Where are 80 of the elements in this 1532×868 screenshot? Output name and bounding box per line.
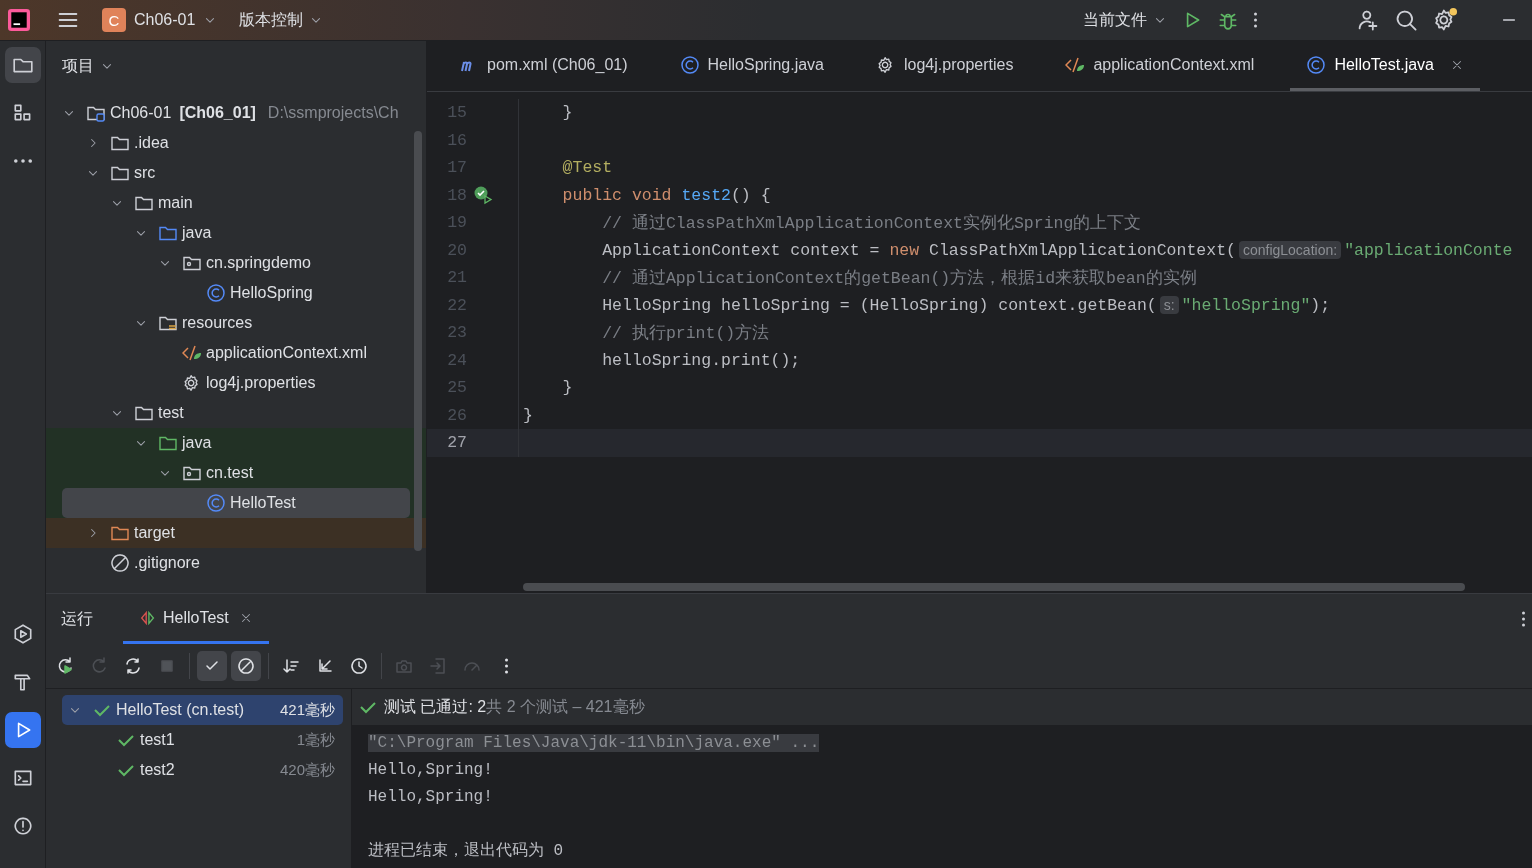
class-icon xyxy=(679,54,700,75)
test-item[interactable]: test1 1毫秒 xyxy=(62,725,343,755)
tree-item[interactable]: src xyxy=(46,158,426,188)
scrollbar[interactable] xyxy=(523,583,1465,591)
scrollbar[interactable] xyxy=(414,131,422,551)
tree-item[interactable]: cn.springdemo xyxy=(46,248,426,278)
parameter-hint: s: xyxy=(1159,295,1179,314)
test-result: 测试 已通过: 2 xyxy=(384,696,487,717)
editor-tab[interactable]: log4j.properties xyxy=(860,41,1030,91)
project-name: Ch06-01 xyxy=(134,11,196,29)
tree-item[interactable]: resources xyxy=(46,308,426,338)
problems-icon xyxy=(11,815,34,837)
project-badge: C xyxy=(102,8,126,32)
tree-item[interactable]: applicationContext.xml xyxy=(46,338,426,368)
panel-title: 运行 xyxy=(61,608,93,629)
console-exit-message: 进程已结束，退出代码为 0 xyxy=(368,841,564,861)
class-icon xyxy=(206,493,226,513)
test-run-icon xyxy=(139,608,157,627)
code-comment: // 通过ApplicationContext的getBean()方法，根据id来获取bean的实例 xyxy=(601,268,1197,288)
code-token: test2 xyxy=(681,185,731,205)
more-icon[interactable] xyxy=(1253,12,1258,28)
editor-tab[interactable]: pom.xml (Ch06_01) xyxy=(443,41,644,91)
code-token: ApplicationContext context = xyxy=(601,240,881,260)
code-token: } xyxy=(523,405,533,425)
run-button[interactable] xyxy=(4,712,41,748)
project-view-button[interactable] xyxy=(4,47,41,83)
console-command: "C:\Program Files\Java\jdk-11\bin\java.exe" ... xyxy=(368,733,820,752)
code-token: () { xyxy=(730,185,771,205)
line-number: 27 xyxy=(446,433,467,453)
tree-item[interactable]: cn.test xyxy=(46,458,426,488)
tree-item[interactable]: log4j.properties xyxy=(46,368,426,398)
test-summary: 共 2 个测试 – 421毫秒 xyxy=(486,696,645,717)
tree-item[interactable]: Ch06-01 [Ch06_01] D:\ssmprojects\Ch xyxy=(46,98,426,128)
tree-item[interactable]: HelloSpring xyxy=(46,278,426,308)
code-token: new xyxy=(889,240,921,260)
settings-icon[interactable] xyxy=(1432,7,1458,33)
class-icon xyxy=(1306,54,1327,75)
code-token: ClassPathXmlApplicationContext( xyxy=(929,240,1236,260)
test-item[interactable]: test2 420毫秒 xyxy=(62,755,343,785)
code-token: "applicationConte xyxy=(1344,240,1513,260)
code-comment: // 执行print()方法 xyxy=(601,323,770,343)
services-icon xyxy=(11,623,34,645)
tree-item[interactable]: java xyxy=(46,428,426,458)
editor-tab[interactable]: HelloTest.java xyxy=(1290,41,1480,91)
search-icon[interactable] xyxy=(1394,8,1418,32)
vcs-menu[interactable]: 版本控制 xyxy=(239,9,324,31)
more-icon xyxy=(13,158,32,164)
code-token: } xyxy=(561,378,573,398)
tree-item[interactable]: main xyxy=(46,188,426,218)
code-token: HelloSpring helloSpring = (HelloSpring) context.getBean( xyxy=(601,295,1157,315)
project-view-menu[interactable]: 项目 xyxy=(62,55,114,77)
test-item[interactable]: HelloTest (cn.test) 421毫秒 xyxy=(62,695,343,725)
add-user-icon[interactable] xyxy=(1356,8,1380,32)
ignored-file-icon xyxy=(110,553,130,573)
code-token: @Test xyxy=(561,158,613,178)
xml-file-icon xyxy=(182,343,202,363)
tree-item[interactable]: test xyxy=(46,398,426,428)
parameter-hint: configLocation: xyxy=(1238,240,1342,259)
more-icon[interactable] xyxy=(1521,611,1526,627)
run-configuration[interactable]: 当前文件 xyxy=(1083,9,1167,31)
class-icon xyxy=(206,283,226,303)
code-token: public void xyxy=(561,185,673,205)
code-token: ); xyxy=(1310,295,1331,315)
app-logo-icon[interactable] xyxy=(8,9,30,31)
console-output: Hello,Spring! xyxy=(368,760,493,779)
code-token: "helloSpring" xyxy=(1181,295,1311,315)
tree-item[interactable]: target xyxy=(46,518,426,548)
tree-item[interactable]: .idea xyxy=(46,128,426,158)
editor-tab[interactable]: HelloSpring.java xyxy=(663,41,840,91)
tree-item[interactable]: HelloTest xyxy=(62,488,410,518)
test-passed-icon[interactable] xyxy=(473,185,493,206)
editor-tab[interactable]: applicationContext.xml xyxy=(1049,41,1271,91)
run-tab[interactable]: HelloTest xyxy=(123,594,269,644)
tree-item[interactable]: java xyxy=(46,218,426,248)
code-token: } xyxy=(561,103,573,123)
code-comment: // 通过ClassPathXmlApplicationContext实例化Spring的上下文 xyxy=(601,213,1142,233)
console-output: Hello,Spring! xyxy=(368,787,493,806)
tree-item[interactable]: .gitignore xyxy=(46,548,426,578)
project-switcher[interactable]: C Ch06-01 xyxy=(102,8,218,32)
code-token: helloSpring.print(); xyxy=(601,350,801,370)
